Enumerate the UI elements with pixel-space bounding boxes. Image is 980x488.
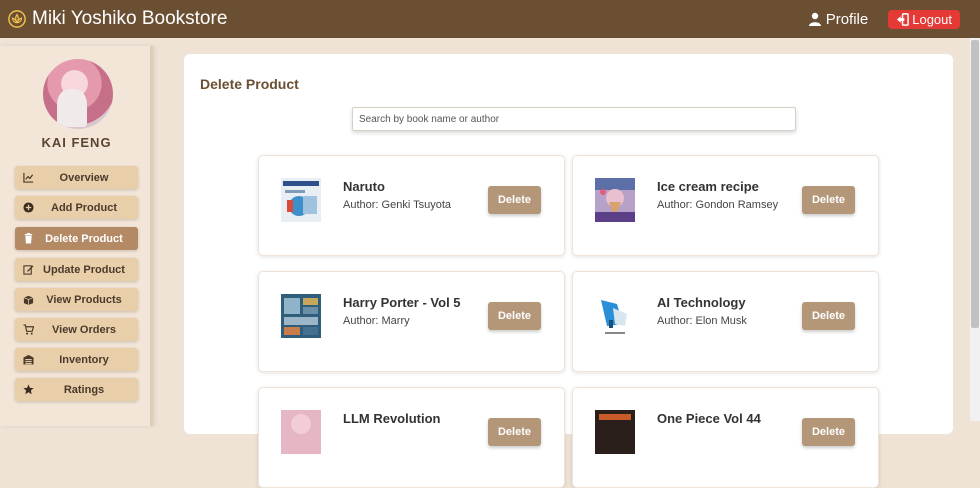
- delete-button[interactable]: Delete: [802, 302, 855, 330]
- sidebar-item-label: Delete Product: [45, 232, 123, 245]
- delete-button[interactable]: Delete: [802, 418, 855, 446]
- scrollbar-thumb[interactable]: [971, 40, 979, 328]
- sidebar-item-label: View Products: [46, 293, 122, 306]
- sidebar-item-overview[interactable]: Overview: [15, 166, 138, 189]
- delete-button[interactable]: Delete: [802, 186, 855, 214]
- product-title: Naruto: [343, 179, 385, 194]
- product-title: AI Technology: [657, 295, 746, 310]
- sidebar: KAI FENG Overview Add Product Delete Pro…: [0, 46, 153, 426]
- product-card: Naruto Author: Genki Tsuyota Delete: [258, 155, 565, 256]
- boxes-icon: [23, 295, 34, 305]
- sidebar-item-label: Inventory: [59, 353, 109, 366]
- page-scrollbar[interactable]: [970, 38, 980, 421]
- plus-circle-icon: [23, 202, 34, 213]
- book-cover-image: [281, 178, 321, 222]
- product-card: LLM Revolution Delete: [258, 387, 565, 488]
- sidebar-item-label: Update Product: [43, 263, 125, 276]
- chart-line-icon: [23, 172, 34, 183]
- warehouse-icon: [23, 354, 34, 365]
- main-panel: Delete Product Naruto Author: Genki Tsuy…: [184, 54, 953, 488]
- book-cover-image: [595, 410, 635, 454]
- logout-label: Logout: [912, 11, 952, 27]
- profile-label: Profile: [825, 10, 869, 28]
- cart-icon: [23, 324, 34, 335]
- search-input[interactable]: [352, 107, 796, 131]
- username: KAI FENG: [41, 135, 112, 150]
- product-card: Harry Porter - Vol 5 Author: Marry Delet…: [258, 271, 565, 372]
- page-title: Delete Product: [200, 76, 299, 92]
- user-icon: [808, 12, 821, 26]
- book-cover-image: [281, 294, 321, 338]
- product-card: One Piece Vol 44 Delete: [572, 387, 879, 488]
- sign-out-icon: [897, 12, 910, 26]
- delete-button[interactable]: Delete: [488, 418, 541, 446]
- top-navbar: Miki Yoshiko Bookstore Profile Logout: [0, 0, 980, 38]
- sidebar-item-ratings[interactable]: Ratings: [15, 378, 138, 401]
- product-title: Ice cream recipe: [657, 179, 759, 194]
- app-title: Miki Yoshiko Bookstore: [32, 8, 228, 29]
- product-author: Author: Marry: [343, 315, 410, 327]
- sidebar-item-update-product[interactable]: Update Product: [15, 258, 138, 281]
- avatar: [43, 59, 113, 129]
- book-cover-image: [281, 410, 321, 454]
- sidebar-item-label: Ratings: [63, 383, 105, 396]
- profile-link[interactable]: Profile: [808, 10, 869, 28]
- sidebar-item-label: Overview: [59, 171, 109, 184]
- star-icon: [23, 384, 34, 395]
- product-card: Ice cream recipe Author: Gondon Ramsey D…: [572, 155, 879, 256]
- sidebar-item-label: Add Product: [51, 201, 117, 214]
- edit-icon: [23, 265, 34, 275]
- sidebar-item-label: View Orders: [52, 323, 116, 336]
- sidebar-item-add-product[interactable]: Add Product: [15, 196, 138, 219]
- book-cover-image: [595, 178, 635, 222]
- product-author: Author: Elon Musk: [657, 315, 747, 327]
- sidebar-item-inventory[interactable]: Inventory: [15, 348, 138, 371]
- delete-button[interactable]: Delete: [488, 186, 541, 214]
- product-title: LLM Revolution: [343, 411, 441, 426]
- product-author: Author: Genki Tsuyota: [343, 199, 452, 211]
- lotus-icon: [8, 10, 26, 28]
- sidebar-item-view-products[interactable]: View Products: [15, 288, 138, 311]
- trash-icon: [24, 233, 33, 244]
- product-title: One Piece Vol 44: [657, 411, 761, 426]
- brand[interactable]: Miki Yoshiko Bookstore: [8, 8, 227, 30]
- sidebar-item-delete-product[interactable]: Delete Product: [15, 227, 138, 250]
- logout-button[interactable]: Logout: [888, 9, 960, 29]
- delete-button[interactable]: Delete: [488, 302, 541, 330]
- book-cover-image: [595, 294, 635, 338]
- sidebar-item-view-orders[interactable]: View Orders: [15, 318, 138, 341]
- product-title: Harry Porter - Vol 5: [343, 295, 461, 310]
- product-author: Author: Gondon Ramsey: [657, 199, 779, 211]
- product-card: AI Technology Author: Elon Musk Delete: [572, 271, 879, 372]
